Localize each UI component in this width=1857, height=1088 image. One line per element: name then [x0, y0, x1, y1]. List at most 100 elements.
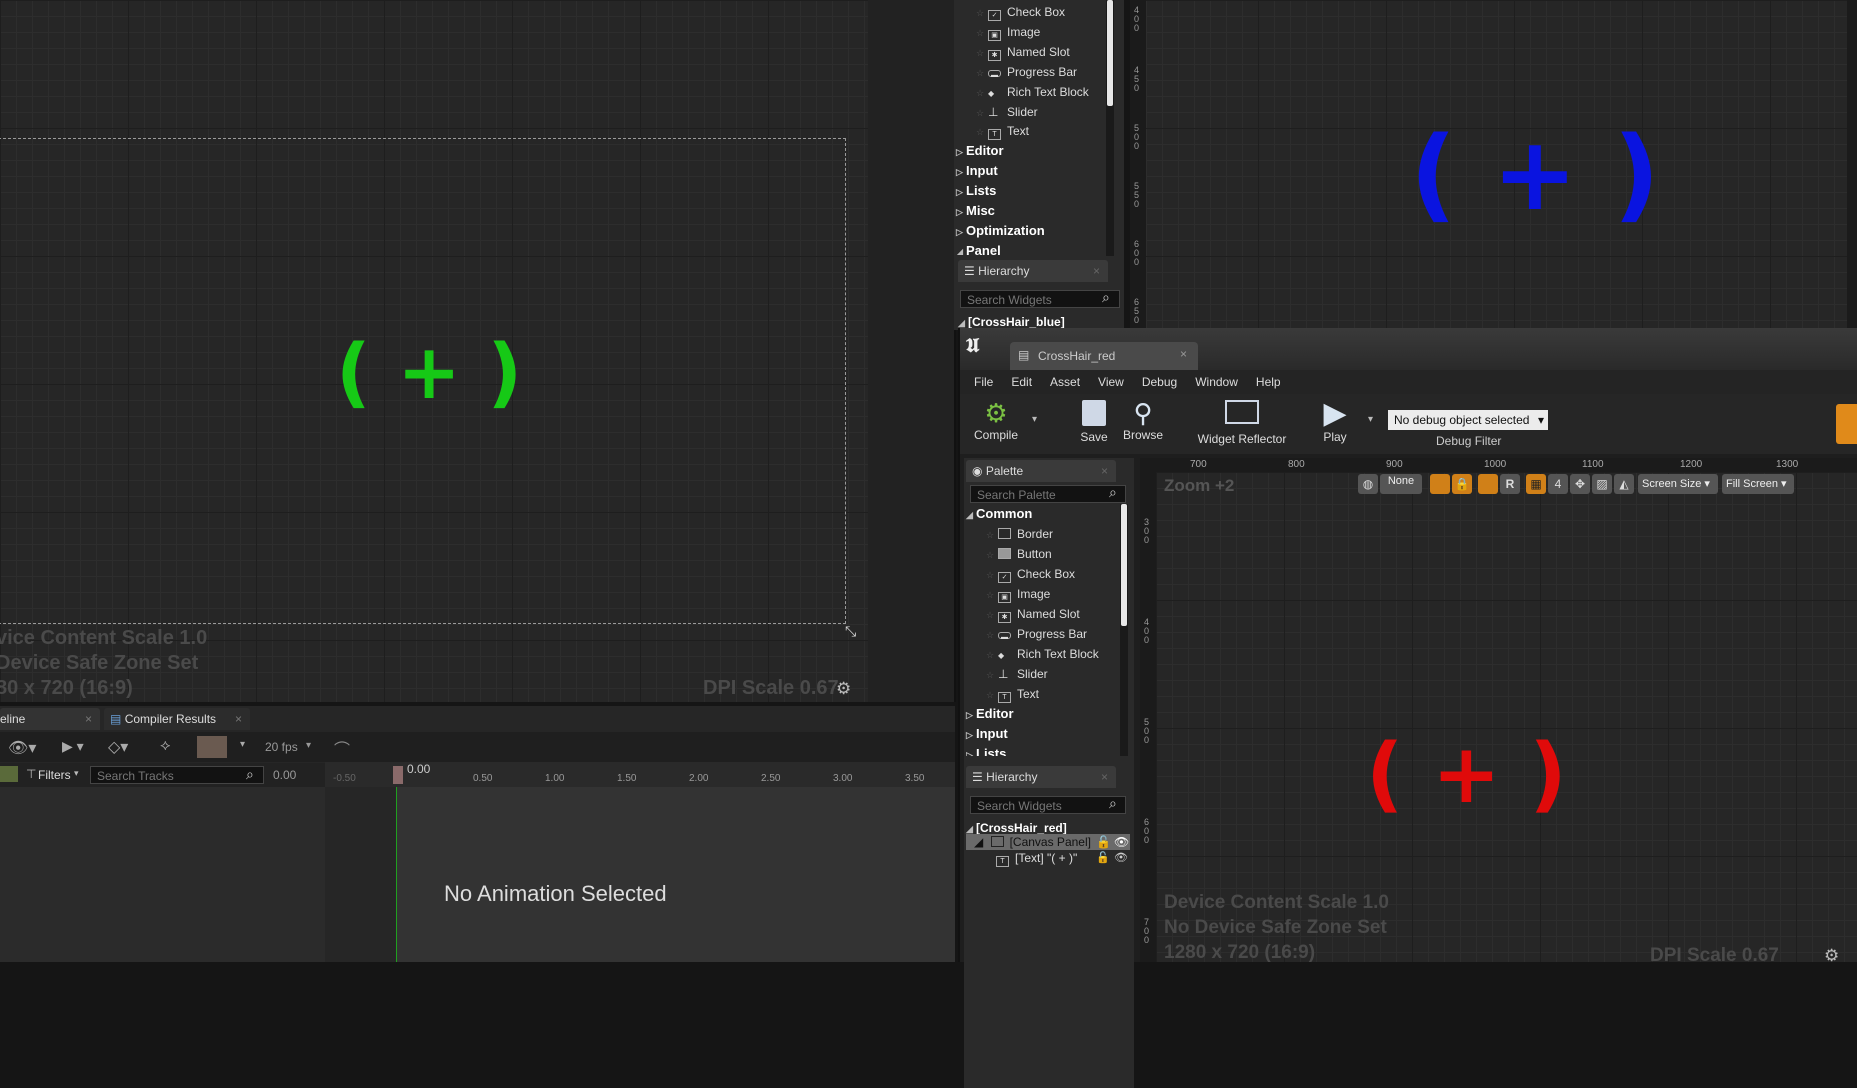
close-icon[interactable]: ×	[1180, 347, 1187, 361]
palette-category-editor[interactable]: ▷ Editor	[966, 704, 1014, 724]
palette-item-rich-text-block[interactable]: ☆ ◆ Rich Text Block	[976, 82, 1089, 102]
blue-viewport[interactable]: 4 0 0 4 5 0 5 0 0 5 5 0 6 0 0 6 5 0 ( + …	[1130, 0, 1857, 328]
palette-item-text[interactable]: ☆ T Text	[986, 684, 1039, 704]
star-icon[interactable]: ☆	[976, 3, 988, 23]
palette-category-lists[interactable]: ▷ Lists	[956, 181, 996, 201]
select-toggle-icon[interactable]	[1430, 474, 1450, 494]
lock-icon[interactable]: 🔓	[1096, 834, 1111, 850]
palette-item-text[interactable]: ☆ T Text	[976, 121, 1029, 141]
crosshair-text-green[interactable]: ( + )	[336, 334, 522, 410]
star-icon[interactable]: ☆	[986, 585, 998, 605]
curve-editor-icon[interactable]: ⌒	[334, 736, 350, 760]
palette-item-rich-text-block[interactable]: ☆ ◆ Rich Text Block	[986, 644, 1099, 664]
star-icon[interactable]: ☆	[976, 23, 988, 43]
close-icon[interactable]: ×	[85, 708, 92, 730]
fill-screen-dropdown[interactable]: Fill Screen ▾	[1722, 474, 1794, 494]
grid-snap-value[interactable]: 4	[1548, 474, 1568, 494]
current-time-value[interactable]: 0.00	[273, 768, 296, 782]
add-track-icon[interactable]	[0, 766, 18, 782]
extra-toolbar-button[interactable]	[1836, 404, 1857, 444]
menu-edit[interactable]: Edit	[1011, 375, 1032, 389]
tab-hierarchy[interactable]: ☰ Hierarchy ×	[966, 766, 1116, 788]
timeline-tracks-area[interactable]	[325, 787, 955, 962]
palette-category-input[interactable]: ▷ Input	[956, 161, 998, 181]
screen-size-dropdown[interactable]: Screen Size ▾	[1638, 474, 1718, 494]
widget-reflector-button[interactable]: Widget Reflector	[1192, 398, 1292, 452]
window-title-bar[interactable]: 𝖀 ▤ CrossHair_red ×	[960, 328, 1857, 370]
star-icon[interactable]: ☆	[986, 565, 998, 585]
palette-item-button[interactable]: ☆ Button	[986, 544, 1052, 564]
tab-compiler-results[interactable]: ▤ Compiler Results ×	[104, 708, 250, 730]
search-palette-input[interactable]: Search Palette	[970, 485, 1126, 503]
red-palette-scrollbar[interactable]	[1120, 504, 1128, 756]
close-icon[interactable]: ×	[1101, 766, 1108, 788]
search-tracks-input[interactable]: Search Tracks	[90, 766, 264, 784]
filters-button[interactable]: Filters	[38, 768, 71, 782]
eye-icon[interactable]: 👁	[1114, 851, 1128, 864]
star-icon[interactable]: ☆	[986, 525, 998, 545]
palette-category-editor[interactable]: ▷ Editor	[956, 141, 1004, 161]
palette-item-slider[interactable]: ☆ ⊥ Slider	[976, 102, 1038, 122]
palette-item-named-slot[interactable]: ☆ ✱ Named Slot	[986, 604, 1080, 624]
palette-item-image[interactable]: ☆ ▣ Image	[986, 584, 1050, 604]
palette-category-optimization[interactable]: ▷ Optimization	[956, 221, 1045, 241]
palette-category-misc[interactable]: ▷ Misc	[956, 201, 995, 221]
play-button[interactable]: ▶ Play	[1310, 398, 1360, 452]
globe-icon[interactable]: ◍	[1358, 474, 1378, 494]
hierarchy-text-node[interactable]: T [Text] "( + )"	[996, 850, 1077, 867]
palette-category-input[interactable]: ▷ Input	[966, 724, 1008, 744]
compile-options-chevron-down-icon[interactable]: ▾	[1032, 414, 1037, 425]
image-preview-icon[interactable]: ▨	[1592, 474, 1612, 494]
star-icon[interactable]: ☆	[986, 665, 998, 685]
close-icon[interactable]: ×	[235, 708, 242, 730]
menu-view[interactable]: View	[1098, 375, 1124, 389]
play-options-chevron-down-icon[interactable]: ▾	[1368, 414, 1373, 425]
grid-snap-icon[interactable]: ▦	[1526, 474, 1546, 494]
red-palette-scrollbar-thumb[interactable]	[1121, 504, 1127, 626]
playhead-handle[interactable]	[393, 766, 403, 784]
eye-icon[interactable]: 👁	[1114, 834, 1129, 850]
star-icon[interactable]: ☆	[986, 685, 998, 705]
snap-dropdown-icon[interactable]: ▾	[240, 739, 245, 750]
search-widgets-input[interactable]: Search Widgets	[960, 290, 1120, 308]
palette-item-image[interactable]: ☆ ▣ Image	[976, 22, 1040, 42]
palette-item-border[interactable]: ☆ Border	[986, 524, 1053, 544]
r-toggle-button[interactable]: R	[1500, 474, 1520, 494]
move-icon[interactable]: ✥	[1570, 474, 1590, 494]
menu-debug[interactable]: Debug	[1142, 375, 1177, 389]
palette-item-progress-bar[interactable]: ☆ ▬ Progress Bar	[976, 62, 1077, 82]
star-icon[interactable]: ☆	[976, 43, 988, 63]
red-designer-viewport[interactable]: Zoom +2 ◍ None 🔒 R ▦ 4 ✥ ▨ ◭ Screen Size…	[1156, 472, 1857, 966]
tab-palette[interactable]: ◉ Palette ×	[966, 460, 1116, 482]
filter-icon[interactable]: ⊤	[26, 767, 36, 781]
tab-crosshair-red[interactable]: ▤ CrossHair_red ×	[1010, 342, 1198, 370]
transform-icon[interactable]	[1478, 474, 1498, 494]
palette-category-lists[interactable]: ▷ Lists	[966, 744, 1006, 756]
fps-chevron-down-icon[interactable]: ▾	[306, 740, 311, 751]
star-icon[interactable]: ☆	[976, 63, 988, 83]
record-button[interactable]	[197, 736, 227, 758]
debug-object-dropdown[interactable]: No debug object selected ▾	[1388, 410, 1548, 430]
auto-key-icon[interactable]: ⟡	[160, 737, 171, 755]
crosshair-text-red[interactable]: ( + )	[1366, 734, 1567, 816]
dpi-settings-gear-icon[interactable]: ⚙	[1824, 946, 1839, 966]
palette-item-named-slot[interactable]: ☆ ✱ Named Slot	[976, 42, 1070, 62]
save-button[interactable]: Save	[1072, 398, 1116, 452]
star-icon[interactable]: ☆	[986, 605, 998, 625]
star-icon[interactable]: ☆	[976, 122, 988, 142]
palette-item-check-box[interactable]: ☆ ✓ Check Box	[976, 2, 1065, 22]
star-icon[interactable]: ☆	[986, 545, 998, 565]
palette-scrollbar-thumb[interactable]	[1107, 0, 1113, 106]
dpi-settings-gear-icon[interactable]: ⚙	[836, 679, 851, 699]
fps-dropdown[interactable]: 20 fps	[265, 740, 298, 754]
menu-help[interactable]: Help	[1256, 375, 1281, 389]
crosshair-text-blue[interactable]: ( + )	[1410, 124, 1660, 226]
collapse-triangle-icon[interactable]: ◢	[974, 835, 983, 849]
star-icon[interactable]: ☆	[986, 645, 998, 665]
key-icon[interactable]: ◇▾	[108, 737, 128, 757]
star-icon[interactable]: ☆	[986, 625, 998, 645]
left-designer-viewport[interactable]: ⤡ ( + ) vice Content Scale 1.0 Device Sa…	[0, 0, 868, 702]
timeline-ruler[interactable]: -0.50 0.50 1.00 1.50 2.00 2.50 3.00 3.50…	[325, 762, 955, 787]
palette-scrollbar[interactable]	[1106, 0, 1114, 256]
menu-file[interactable]: File	[974, 375, 993, 389]
